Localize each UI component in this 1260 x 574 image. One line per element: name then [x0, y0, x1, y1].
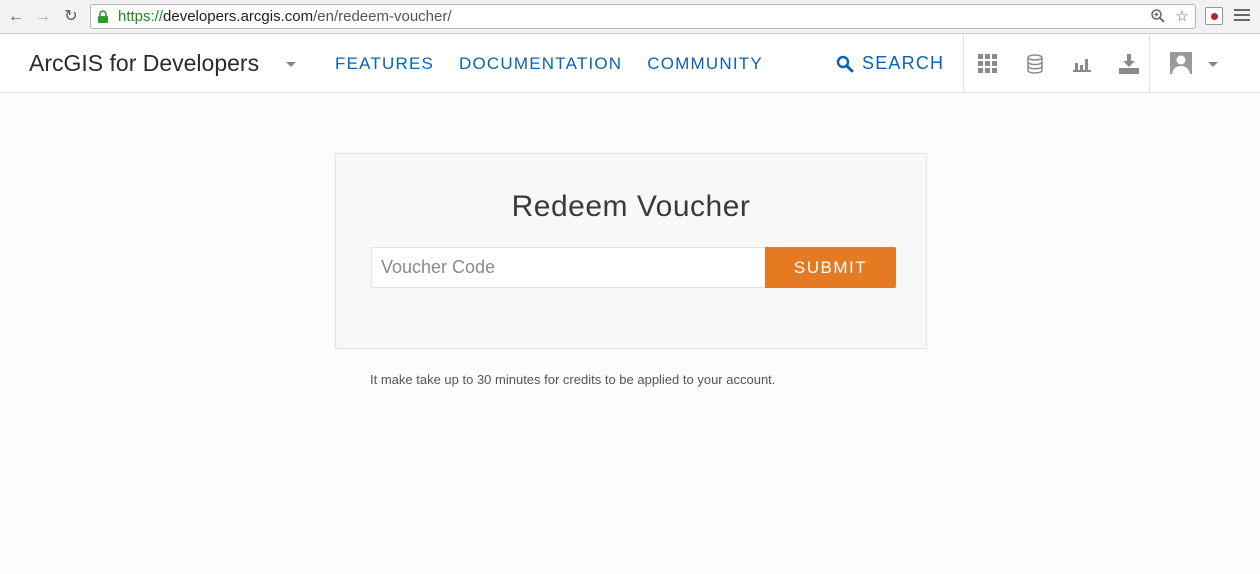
user-menu[interactable] — [1149, 34, 1229, 93]
chevron-down-icon[interactable] — [286, 62, 296, 67]
bar-chart-icon — [1072, 58, 1091, 72]
reload-icon[interactable]: ↻ — [61, 7, 81, 27]
credits-note: It make take up to 30 minutes for credit… — [370, 372, 776, 387]
address-bar[interactable]: https://developers.arcgis.com/en/redeem-… — [90, 4, 1196, 29]
voucher-code-input[interactable] — [371, 247, 766, 288]
site-header: ArcGIS for Developers FEATURES DOCUMENTA… — [0, 34, 1260, 93]
page-title: Redeem Voucher — [511, 190, 751, 223]
lock-icon — [98, 10, 108, 23]
brand-title[interactable]: ArcGIS for Developers — [29, 50, 259, 77]
apps-button[interactable] — [964, 34, 1011, 93]
zoom-icon[interactable] — [1149, 8, 1167, 26]
user-avatar-icon — [1170, 52, 1192, 74]
nav-features[interactable]: FEATURES — [335, 54, 434, 74]
menu-icon[interactable] — [1234, 9, 1250, 23]
download-icon — [1118, 53, 1139, 74]
search-button[interactable]: SEARCH — [836, 53, 944, 74]
forward-arrow-icon[interactable]: → — [33, 7, 53, 27]
main-nav: FEATURES DOCUMENTATION COMMUNITY — [335, 54, 763, 74]
download-button[interactable] — [1105, 34, 1152, 93]
back-arrow-icon[interactable]: ← — [6, 7, 26, 27]
redeem-voucher-card: Redeem Voucher SUBMIT — [335, 153, 927, 349]
submit-button[interactable]: SUBMIT — [765, 247, 896, 288]
nav-documentation[interactable]: DOCUMENTATION — [459, 54, 622, 74]
nav-community[interactable]: COMMUNITY — [647, 54, 763, 74]
star-icon[interactable]: ☆ — [1173, 8, 1191, 26]
search-label: SEARCH — [862, 53, 945, 73]
apps-grid-icon — [978, 54, 997, 73]
header-icon-group — [963, 34, 1152, 93]
search-icon — [836, 55, 854, 72]
url-text: https://developers.arcgis.com/en/redeem-… — [118, 8, 452, 25]
analytics-button[interactable] — [1058, 34, 1105, 93]
user-chevron-down-icon[interactable] — [1208, 62, 1218, 67]
database-button[interactable] — [1011, 34, 1058, 93]
database-icon — [1026, 53, 1043, 74]
extension-icon[interactable] — [1205, 7, 1223, 25]
browser-toolbar: ← → ↻ https://developers.arcgis.com/en/r… — [0, 0, 1260, 34]
